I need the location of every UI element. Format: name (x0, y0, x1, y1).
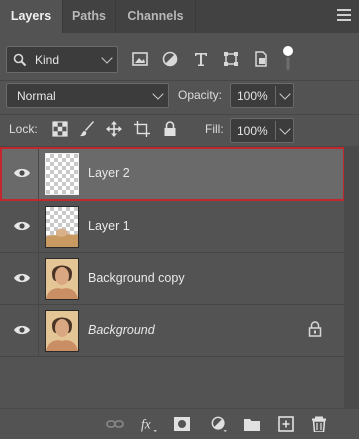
portrait-image (46, 311, 78, 351)
fx-icon[interactable]: fx (140, 416, 158, 432)
visibility-eye-icon[interactable] (13, 167, 31, 179)
panel-menu-icon[interactable] (337, 9, 351, 23)
partial-portrait-image (46, 228, 78, 247)
image-filter-icon[interactable] (131, 50, 149, 68)
add-mask-icon[interactable] (173, 416, 191, 432)
visibility-eye-icon[interactable] (13, 272, 31, 284)
row-divider (38, 201, 39, 253)
new-group-icon[interactable] (243, 416, 261, 432)
smart-object-filter-icon[interactable] (252, 50, 270, 68)
lock-all-icon[interactable] (162, 121, 178, 137)
filter-kind-dropdown[interactable]: Kind (6, 46, 118, 73)
lock-artboard-icon[interactable] (134, 121, 150, 137)
tab-divider (195, 0, 196, 33)
opacity-field[interactable]: 100% (230, 83, 294, 108)
field-divider (275, 86, 276, 105)
blend-mode-dropdown[interactable]: Normal (6, 83, 169, 108)
tab-channels[interactable]: Channels (116, 0, 195, 33)
portrait-image (46, 259, 78, 299)
row-divider (38, 148, 39, 200)
fill-value: 100% (237, 124, 268, 138)
panel-tab-bar: Layers Paths Channels (0, 0, 359, 33)
layer-row-background-copy[interactable]: Background copy (0, 253, 344, 305)
visibility-eye-icon[interactable] (13, 324, 31, 336)
lock-position-icon[interactable] (106, 121, 122, 137)
layer-name[interactable]: Background copy (88, 271, 185, 285)
fill-label: Fill: (205, 122, 224, 136)
tab-paths[interactable]: Paths (63, 0, 115, 33)
divider (0, 146, 359, 147)
type-filter-icon[interactable] (192, 50, 210, 68)
layer-row-layer-2[interactable]: Layer 2 (0, 148, 344, 200)
row-divider (38, 305, 39, 357)
layer-row-background[interactable]: Background (0, 305, 344, 357)
opacity-label: Opacity: (178, 88, 223, 102)
layer-thumbnail (45, 153, 79, 195)
lock-transparent-pixels-icon[interactable] (52, 121, 68, 137)
layers-scrollbar[interactable] (344, 146, 359, 408)
row-divider (38, 253, 39, 305)
new-layer-icon[interactable] (277, 416, 295, 432)
layer-thumbnail (45, 310, 79, 352)
svg-text:fx: fx (141, 416, 151, 431)
layer-thumbnail (45, 258, 79, 300)
fill-field[interactable]: 100% (230, 118, 294, 143)
layer-row-layer-1[interactable]: Layer 1 (0, 201, 344, 253)
chevron-down-icon[interactable] (279, 123, 291, 135)
shape-filter-icon[interactable] (222, 50, 240, 68)
new-adjustment-layer-icon[interactable] (210, 416, 228, 432)
filter-toggle-icon[interactable] (281, 44, 295, 72)
chevron-down-icon (101, 52, 113, 64)
layer-name[interactable]: Layer 1 (88, 219, 130, 233)
layer-lock-icon[interactable] (308, 321, 322, 337)
search-icon (13, 53, 27, 67)
divider (0, 80, 359, 81)
filter-kind-label: Kind (35, 53, 60, 67)
layer-name[interactable]: Layer 2 (88, 166, 130, 180)
chevron-down-icon (152, 88, 164, 100)
tab-layers[interactable]: Layers (0, 0, 62, 33)
lock-image-pixels-icon[interactable] (79, 121, 95, 137)
layer-name[interactable]: Background (88, 323, 155, 337)
layers-bottom-toolbar: fx (0, 408, 359, 439)
delete-layer-icon[interactable] (310, 416, 328, 432)
divider (0, 114, 359, 115)
opacity-value: 100% (237, 89, 268, 103)
link-layers-icon[interactable] (106, 416, 124, 432)
adjustment-filter-icon[interactable] (161, 50, 179, 68)
blend-mode-value: Normal (17, 89, 56, 103)
lock-label: Lock: (9, 122, 38, 136)
visibility-eye-icon[interactable] (13, 220, 31, 232)
layer-thumbnail (45, 206, 79, 248)
chevron-down-icon[interactable] (279, 88, 291, 100)
field-divider (275, 121, 276, 140)
